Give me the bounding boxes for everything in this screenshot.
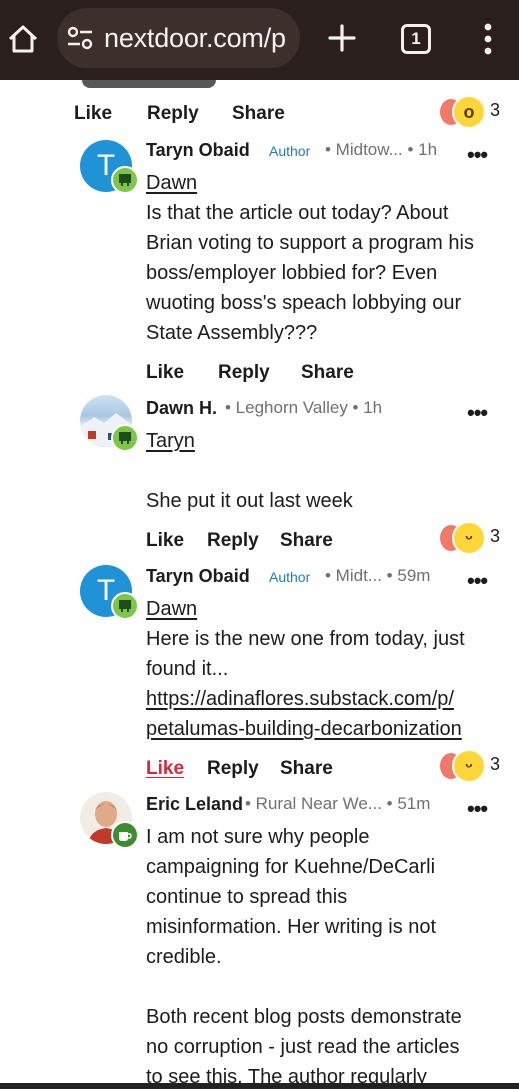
neighborhood-badge-icon [111, 424, 139, 452]
like-button[interactable]: Like [146, 530, 184, 552]
reactions-summary[interactable]: o 3 [440, 95, 502, 129]
comment-text: Both recent blog posts demonstrate [146, 1006, 462, 1028]
comment-text: I am not sure why people [146, 826, 370, 848]
coffee-badge-icon [111, 821, 139, 849]
like-button[interactable]: Like [74, 103, 112, 125]
comment-meta: • Rural Near We... • 51m [245, 794, 431, 813]
reaction-count: 3 [490, 100, 501, 120]
author-name[interactable]: Eric Leland [146, 794, 243, 815]
author-name[interactable]: Dawn H. [146, 398, 217, 419]
article-link[interactable]: petalumas-building-decarbonization [146, 718, 462, 741]
neighborhood-badge-icon [111, 166, 139, 194]
more-vert-icon[interactable] [478, 22, 498, 56]
share-button[interactable]: Share [280, 758, 333, 780]
mention-link[interactable]: Dawn [146, 172, 197, 195]
comment-text: campaigning for Kuehne/DeCarli [146, 856, 436, 878]
reply-button[interactable]: Reply [218, 362, 270, 384]
comment-text: She put it out last week [146, 490, 353, 512]
comment-text: boss/employer lobbied for? Even [146, 262, 438, 284]
like-button-active[interactable]: Like [146, 758, 184, 780]
mention-link[interactable]: Taryn [146, 430, 195, 453]
neighborhood-badge-icon [111, 592, 139, 620]
comment-text: found it... [146, 658, 229, 680]
reply-button[interactable]: Reply [147, 103, 199, 125]
share-button[interactable]: Share [280, 530, 333, 552]
more-options-icon[interactable]: ••• [467, 144, 488, 166]
comment-text: no corruption - just read the articles [146, 1036, 460, 1058]
comment-text: Is that the article out today? About [146, 202, 449, 224]
smile-reaction-icon: ᵕ [452, 521, 486, 555]
share-button[interactable]: Share [301, 362, 354, 384]
toolbar-shadow [82, 80, 216, 88]
author-name[interactable]: Taryn Obaid [146, 140, 250, 161]
home-icon[interactable] [6, 22, 40, 56]
share-button[interactable]: Share [232, 103, 285, 125]
comment-text: State Assembly??? [146, 322, 318, 344]
comment-text: credible. [146, 946, 222, 968]
reactions-summary[interactable]: ᵕ 3 [440, 521, 502, 555]
browser-toolbar: nextdoor.com/p 1 [0, 0, 519, 80]
reaction-count: 3 [490, 754, 501, 774]
like-button[interactable]: Like [146, 362, 184, 384]
more-options-icon[interactable]: ••• [467, 798, 488, 820]
author-badge: Author [269, 569, 311, 585]
address-bar[interactable]: nextdoor.com/p [57, 8, 300, 68]
reactions-summary[interactable]: ᵕ 3 [440, 749, 502, 783]
comment-meta: • Midtow... • 1h [325, 140, 438, 159]
mention-link[interactable]: Dawn [146, 598, 197, 621]
author-badge: Author [269, 143, 311, 159]
site-settings-icon[interactable] [67, 26, 93, 50]
url-text[interactable]: nextdoor.com/p [104, 23, 286, 54]
comment-text: misinformation. Her writing is not [146, 916, 437, 938]
comment-meta: • Leghorn Valley • 1h [225, 398, 383, 417]
reply-button[interactable]: Reply [207, 758, 259, 780]
comment-text: wuoting boss's speach lobbying our [146, 292, 462, 314]
more-options-icon[interactable]: ••• [467, 570, 488, 592]
navigation-bar [0, 1083, 519, 1089]
reply-button[interactable]: Reply [207, 530, 259, 552]
comment-text: continue to spread this [146, 886, 348, 908]
smile-reaction-icon: ᵕ [452, 749, 486, 783]
comment-meta: • Midt... • 59m [325, 566, 431, 585]
article-link[interactable]: https://adinaflores.substack.com/p/ [146, 688, 454, 711]
new-tab-icon[interactable] [326, 22, 358, 54]
comment-text: Brian voting to support a program his [146, 232, 474, 254]
comment-text: Here is the new one from today, just [146, 628, 465, 650]
more-options-icon[interactable]: ••• [467, 402, 488, 424]
reaction-count: 3 [490, 526, 501, 546]
wow-reaction-icon: o [452, 95, 486, 129]
tab-switcher-button[interactable]: 1 [401, 24, 431, 54]
author-name[interactable]: Taryn Obaid [146, 566, 250, 587]
